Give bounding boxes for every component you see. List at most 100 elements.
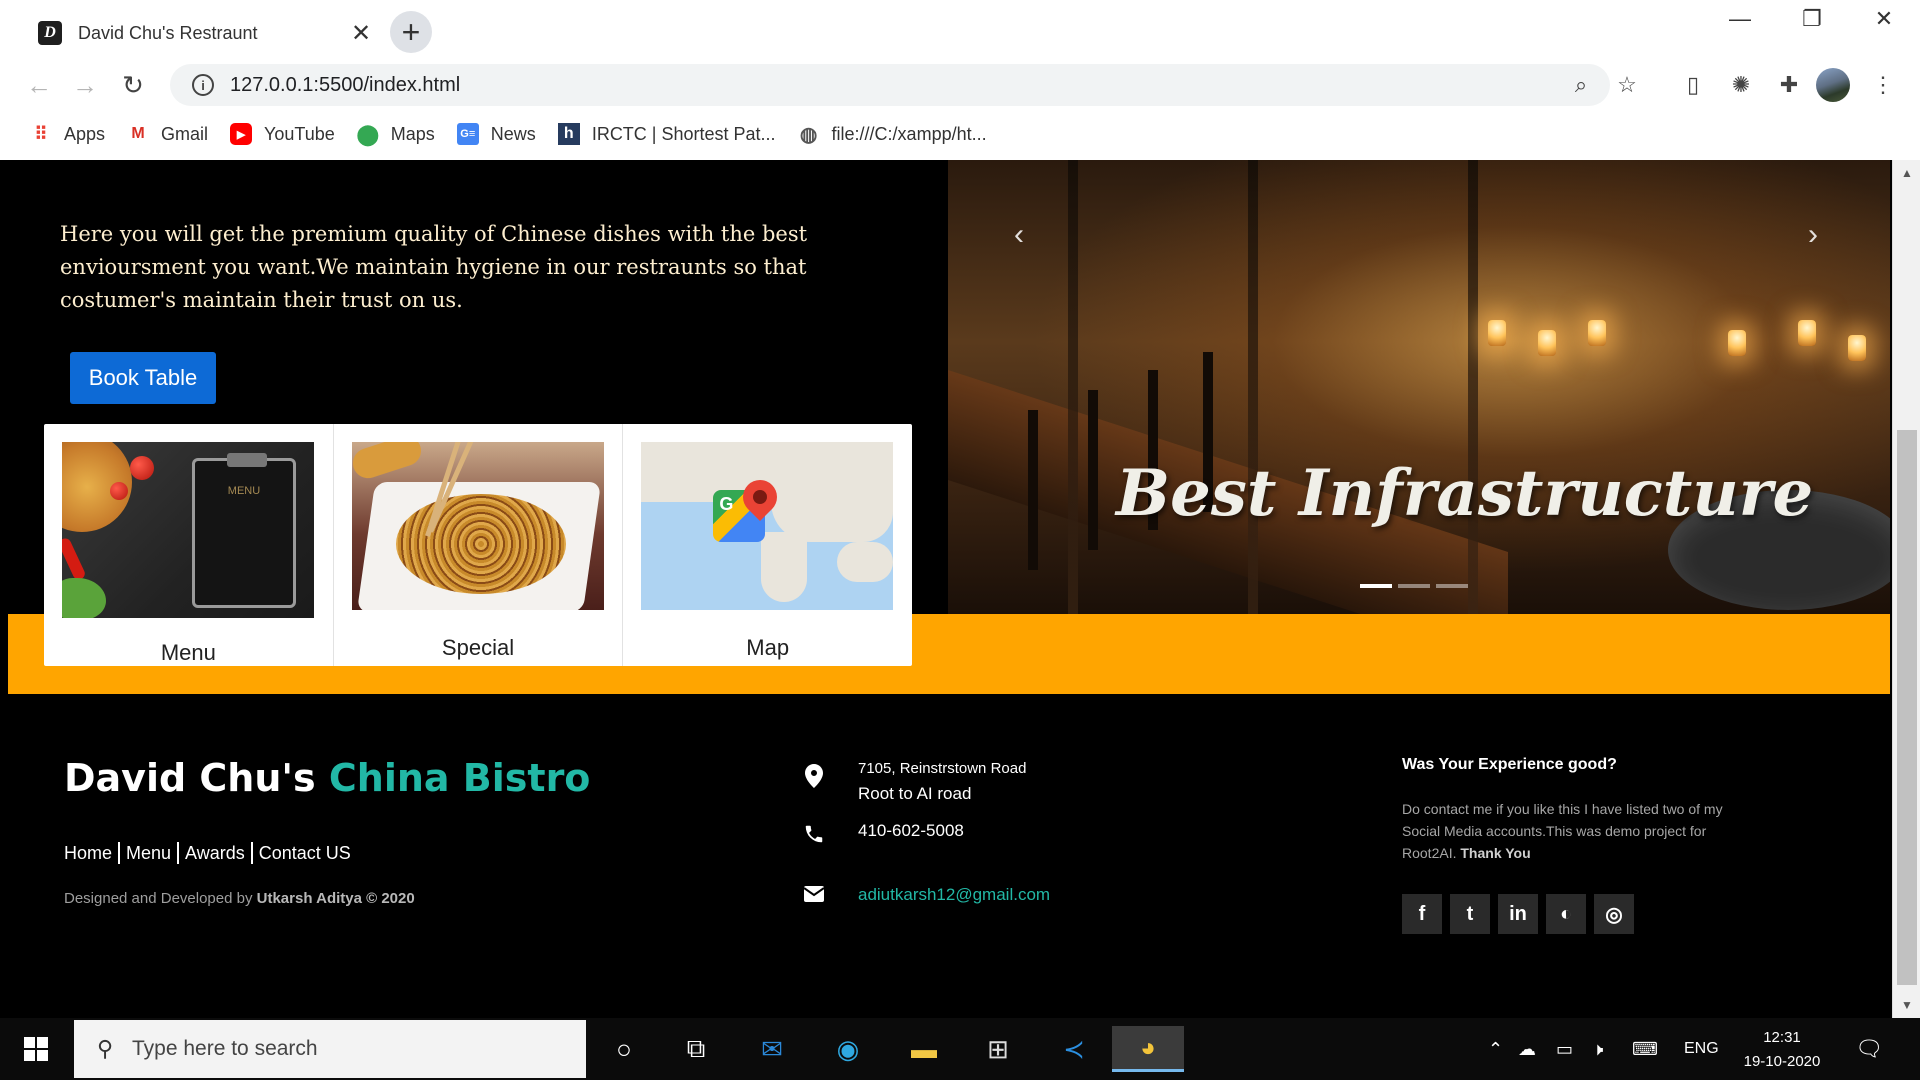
page-scrollbar[interactable]: ▲ ▼ <box>1892 160 1920 1018</box>
footer-link-home[interactable]: Home <box>64 843 112 864</box>
browser-tab[interactable]: D David Chu's Restraunt ✕ <box>22 8 384 58</box>
keyboard-icon[interactable]: ⌨ <box>1632 1036 1658 1062</box>
gmail-icon: M <box>131 125 145 142</box>
tray-expand-icon[interactable]: ⌃ <box>1488 1036 1503 1062</box>
map-card-image: G <box>641 442 894 610</box>
extension-phone-icon[interactable]: ▯ <box>1678 70 1708 100</box>
carousel-indicator-3[interactable] <box>1436 584 1468 588</box>
phone-icon <box>802 822 826 846</box>
bookmark-irctc[interactable]: h IRCTC | Shortest Pat... <box>557 123 776 145</box>
browser-menu-icon[interactable]: ⋮ <box>1868 70 1898 100</box>
card-title-map: Map <box>746 635 790 660</box>
bookmark-label: Apps <box>64 123 106 144</box>
vscode-icon[interactable]: ≺ <box>1046 1026 1102 1072</box>
footer-brand: David Chu's China Bistro <box>64 756 590 800</box>
carousel-indicator-2[interactable] <box>1398 584 1430 588</box>
onedrive-icon[interactable]: ☁ <box>1518 1036 1536 1062</box>
site-footer: David Chu's China Bistro Home Menu Award… <box>0 694 1890 1018</box>
bookmark-star-icon[interactable]: ☆ <box>1612 70 1642 100</box>
bookmark-apps[interactable]: ⠿ Apps <box>30 123 105 145</box>
footer-link-contact[interactable]: Contact US <box>259 843 351 864</box>
card-map[interactable]: G Map <box>623 424 912 666</box>
forward-arrow-icon[interactable]: → <box>66 66 104 104</box>
carousel-next-icon[interactable]: › <box>1798 218 1828 251</box>
card-title-menu: Menu <box>160 640 216 665</box>
bookmark-label: IRCTC | Shortest Pat... <box>591 123 776 144</box>
bookmark-label: Gmail <box>161 123 209 144</box>
battery-icon[interactable]: ▭ <box>1556 1036 1573 1062</box>
edge-browser-icon[interactable]: ◉ <box>820 1026 876 1072</box>
carousel-indicator-1[interactable] <box>1360 584 1392 588</box>
footer-link-awards[interactable]: Awards <box>185 843 245 864</box>
windows-start-icon[interactable] <box>0 1018 72 1080</box>
bookmark-gmail[interactable]: M Gmail <box>127 123 208 145</box>
credits-author: Utkarsh Aditya © 2020 <box>256 890 415 907</box>
phone-number[interactable]: 410-602-5008 <box>858 818 964 843</box>
instagram-icon[interactable]: ◎ <box>1594 894 1634 934</box>
scroll-down-icon[interactable]: ▼ <box>1893 994 1920 1016</box>
reload-icon[interactable]: ↻ <box>114 66 152 104</box>
restore-window-button[interactable]: ❐ <box>1776 0 1848 38</box>
volume-muted-icon[interactable]: 🕨 <box>1592 1036 1603 1062</box>
link-separator <box>250 842 253 864</box>
ceiling-beam <box>1248 160 1258 614</box>
card-title-special: Special <box>441 635 515 660</box>
search-icon: ⚲ <box>96 1036 114 1061</box>
system-clock[interactable]: 12:31 19-10-2020 <box>1736 1026 1828 1074</box>
linkedin-icon[interactable]: in <box>1498 894 1538 934</box>
book-table-button[interactable]: Book Table <box>70 352 216 404</box>
site-info-icon[interactable]: i <box>192 74 214 96</box>
ceiling-beam <box>1068 160 1078 614</box>
close-tab-icon[interactable]: ✕ <box>348 20 374 47</box>
footer-link-menu[interactable]: Menu <box>126 843 171 864</box>
map-land <box>761 532 808 602</box>
bookmark-label: file:///C:/xampp/ht... <box>831 123 987 144</box>
extension-bug-icon[interactable]: ✺ <box>1726 70 1756 100</box>
github-icon[interactable]: ◐ <box>1546 894 1586 934</box>
clock-date: 19-10-2020 <box>1743 1053 1821 1070</box>
close-window-button[interactable]: ✕ <box>1848 0 1920 38</box>
new-tab-button[interactable]: + <box>390 11 432 53</box>
chrome-taskbar-icon[interactable]: ◕ <box>1112 1026 1184 1072</box>
back-arrow-icon[interactable]: ← <box>20 66 58 104</box>
globe-icon: ◍ <box>799 123 818 146</box>
profile-avatar[interactable] <box>1816 68 1850 102</box>
twitter-icon[interactable]: t <box>1450 894 1490 934</box>
apps-grid-icon: ⠿ <box>34 123 48 144</box>
bookmarks-bar: ⠿ Apps M Gmail ▶ YouTube ⬤ Maps G≡ News … <box>8 108 1914 160</box>
card-menu[interactable]: MENU Menu <box>44 424 334 666</box>
minimize-window-button[interactable]: — <box>1704 0 1776 38</box>
credits-prefix: Designed and Developed by <box>64 890 253 907</box>
address-bar[interactable]: i 127.0.0.1:5500/index.html ⌕ ☆ <box>170 64 1637 106</box>
brand-accent: China Bistro <box>328 756 591 800</box>
bookmark-file[interactable]: ◍ file:///C:/xampp/ht... <box>798 123 987 146</box>
scroll-thumb[interactable] <box>1897 430 1917 985</box>
carousel-prev-icon[interactable]: ‹ <box>1004 218 1034 251</box>
mail-app-icon[interactable]: ✉ <box>744 1026 800 1072</box>
notification-center-icon[interactable]: 🗨 <box>1854 1034 1884 1064</box>
taskbar-search-input[interactable]: ⚲ Type here to search <box>74 1020 586 1078</box>
facebook-icon[interactable]: f <box>1402 894 1442 934</box>
maps-icon: ⬤ <box>356 123 379 146</box>
search-placeholder: Type here to search <box>132 1037 318 1060</box>
hero-description: Here you will get the premium quality of… <box>60 222 808 312</box>
browser-tab-strip: D David Chu's Restraunt ✕ + — ❐ ✕ <box>0 0 1920 62</box>
zoom-icon[interactable]: ⌕ <box>1566 70 1596 100</box>
bookmark-news[interactable]: G≡ News <box>456 123 536 145</box>
cortana-icon[interactable]: ○ <box>596 1026 652 1072</box>
card-special[interactable]: Special <box>334 424 624 666</box>
store-app-icon[interactable]: ⊞ <box>970 1026 1026 1072</box>
bookmark-maps[interactable]: ⬤ Maps <box>356 123 435 146</box>
task-view-icon[interactable]: ⧉ <box>668 1026 724 1072</box>
candle-light <box>1728 330 1746 356</box>
scroll-up-icon[interactable]: ▲ <box>1893 162 1920 184</box>
email-link[interactable]: adiutkarsh12@gmail.com <box>858 882 1050 907</box>
carousel-caption: Best Infrastructure <box>1116 456 1814 531</box>
address-line-2: Root to AI road <box>858 784 972 803</box>
extensions-puzzle-icon[interactable]: ✚ <box>1774 70 1804 100</box>
candle-light <box>1848 335 1866 361</box>
bookmark-youtube[interactable]: ▶ YouTube <box>230 123 335 145</box>
bar-stool <box>1028 410 1038 570</box>
language-indicator[interactable]: ENG <box>1684 1036 1719 1062</box>
file-explorer-icon[interactable]: ▬ <box>896 1026 952 1072</box>
